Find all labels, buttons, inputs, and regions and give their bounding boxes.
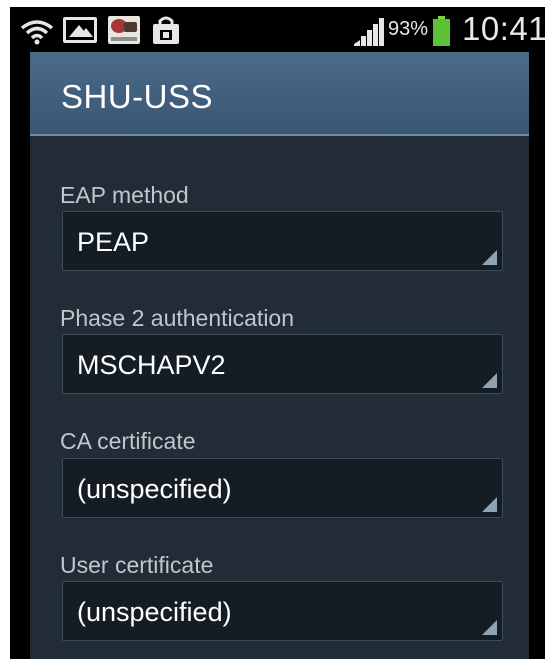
ca-certificate-value: (unspecified) [77, 474, 232, 504]
ca-certificate-label: CA certificate [60, 428, 196, 454]
phase2-auth-label: Phase 2 authentication [60, 305, 295, 331]
eap-method-label: EAP method [60, 182, 189, 208]
dropdown-corner-icon [482, 373, 497, 388]
wifi-icon [20, 20, 54, 45]
dialog-title: SHU-USS [61, 78, 214, 115]
shopping-bag-icon [153, 16, 179, 44]
clock: 10:41 [462, 10, 545, 47]
ca-certificate-select[interactable]: (unspecified) [62, 458, 503, 518]
battery-icon [433, 16, 450, 46]
status-bar: 93% 10:41 [10, 7, 545, 52]
battery-percent: 93% [388, 18, 429, 40]
phone-screen: 93% 10:41 SHU-USS EAP method PEAP Phase … [10, 7, 545, 659]
dropdown-corner-icon [482, 620, 497, 635]
phase2-auth-value: MSCHAPV2 [77, 350, 226, 380]
dialog-header: SHU-USS [30, 52, 529, 136]
dropdown-corner-icon [482, 250, 497, 265]
app-notification-icon [108, 16, 140, 44]
phase2-auth-select[interactable]: MSCHAPV2 [62, 334, 503, 394]
user-certificate-select[interactable]: (unspecified) [62, 581, 503, 641]
wifi-config-dialog: SHU-USS EAP method PEAP Phase 2 authenti… [30, 52, 529, 659]
eap-method-value: PEAP [77, 227, 150, 257]
eap-method-select[interactable]: PEAP [62, 211, 503, 271]
user-certificate-label: User certificate [60, 552, 214, 578]
signal-icon [354, 18, 384, 46]
gallery-icon [63, 17, 97, 43]
dropdown-corner-icon [482, 497, 497, 512]
user-certificate-value: (unspecified) [77, 597, 232, 627]
